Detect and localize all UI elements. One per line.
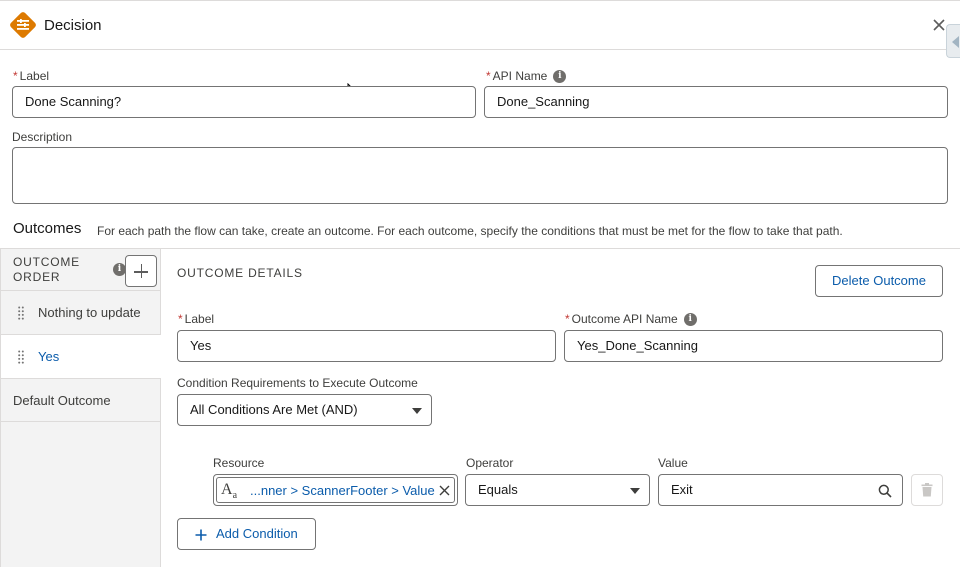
text-type-icon: Aa xyxy=(221,481,238,502)
add-condition-button[interactable]: Add Condition xyxy=(177,518,316,550)
outcome-label-field-label: * Label xyxy=(178,312,215,326)
value-input[interactable]: Exit xyxy=(658,474,903,506)
trash-icon xyxy=(921,483,933,497)
info-icon[interactable]: i xyxy=(683,313,697,327)
outcome-item-label: Nothing to update xyxy=(38,305,141,320)
label-field-label: * Label xyxy=(13,69,50,83)
outcomes-description: For each path the flow can take, create … xyxy=(97,224,843,238)
resource-pill-label: ...nner > ScannerFooter > Value xyxy=(250,483,435,498)
operator-select[interactable]: Equals xyxy=(465,474,650,506)
resource-input[interactable]: Aa ...nner > ScannerFooter > Value xyxy=(213,474,458,506)
drag-handle-icon[interactable] xyxy=(18,306,24,320)
outcome-details: OUTCOME DETAILS Delete Outcome * Label Ye… xyxy=(161,249,960,567)
condition-requirements-label: Condition Requirements to Execute Outcom… xyxy=(177,376,418,390)
outcome-item-nothing-to-update[interactable]: Nothing to update xyxy=(1,290,161,334)
delete-outcome-button[interactable]: Delete Outcome xyxy=(815,265,943,297)
value-text: Exit xyxy=(671,482,693,497)
description-label: Description xyxy=(12,130,73,144)
modal-title: Decision xyxy=(44,17,102,34)
decision-icon xyxy=(10,12,36,38)
operator-value: Equals xyxy=(478,482,518,497)
operator-label: Operator xyxy=(466,456,514,470)
api-name-field-label: * API Name i xyxy=(486,69,567,84)
api-name-input[interactable]: Done_Scanning xyxy=(484,86,948,118)
info-icon[interactable]: i xyxy=(553,70,567,84)
chevron-left-icon xyxy=(952,36,959,48)
outcome-order-header: OUTCOME ORDER xyxy=(13,255,80,284)
modal-header: Decision xyxy=(0,0,960,50)
add-condition-label: Add Condition xyxy=(216,526,298,541)
condition-requirements-value: All Conditions Are Met (AND) xyxy=(190,402,358,417)
add-outcome-button[interactable] xyxy=(125,255,157,287)
resource-label: Resource xyxy=(213,456,265,470)
outcome-details-header: OUTCOME DETAILS xyxy=(177,266,303,280)
default-outcome-label: Default Outcome xyxy=(13,393,111,408)
outcomes-title: Outcomes xyxy=(13,220,82,237)
resource-pill[interactable]: Aa ...nner > ScannerFooter > Value xyxy=(216,477,455,503)
side-panel-toggle[interactable] xyxy=(946,24,960,58)
search-icon[interactable] xyxy=(878,484,892,498)
outcome-item-default[interactable]: Default Outcome xyxy=(1,378,161,422)
outcome-api-name-input[interactable]: Yes_Done_Scanning xyxy=(564,330,943,362)
outcome-item-yes[interactable]: Yes xyxy=(1,334,161,378)
close-icon[interactable] xyxy=(439,485,450,496)
description-textarea[interactable] xyxy=(12,147,948,204)
value-label: Value xyxy=(658,456,688,470)
label-input[interactable]: Done Scanning? xyxy=(12,86,476,118)
chevron-down-icon xyxy=(412,408,422,414)
outcomes-panel: OUTCOME ORDER i Nothing to update Yes De… xyxy=(0,248,960,567)
plus-icon xyxy=(195,529,207,541)
outcome-item-label: Yes xyxy=(38,349,60,364)
outcome-api-name-field-label: * Outcome API Name i xyxy=(565,312,697,327)
outcome-label-input[interactable]: Yes xyxy=(177,330,556,362)
close-icon[interactable] xyxy=(932,18,946,32)
outcome-order-column: OUTCOME ORDER i Nothing to update Yes De… xyxy=(0,249,161,567)
delete-condition-button[interactable] xyxy=(911,474,943,506)
chevron-down-icon xyxy=(630,488,640,494)
drag-handle-icon[interactable] xyxy=(18,350,24,364)
condition-requirements-select[interactable]: All Conditions Are Met (AND) xyxy=(177,394,432,426)
